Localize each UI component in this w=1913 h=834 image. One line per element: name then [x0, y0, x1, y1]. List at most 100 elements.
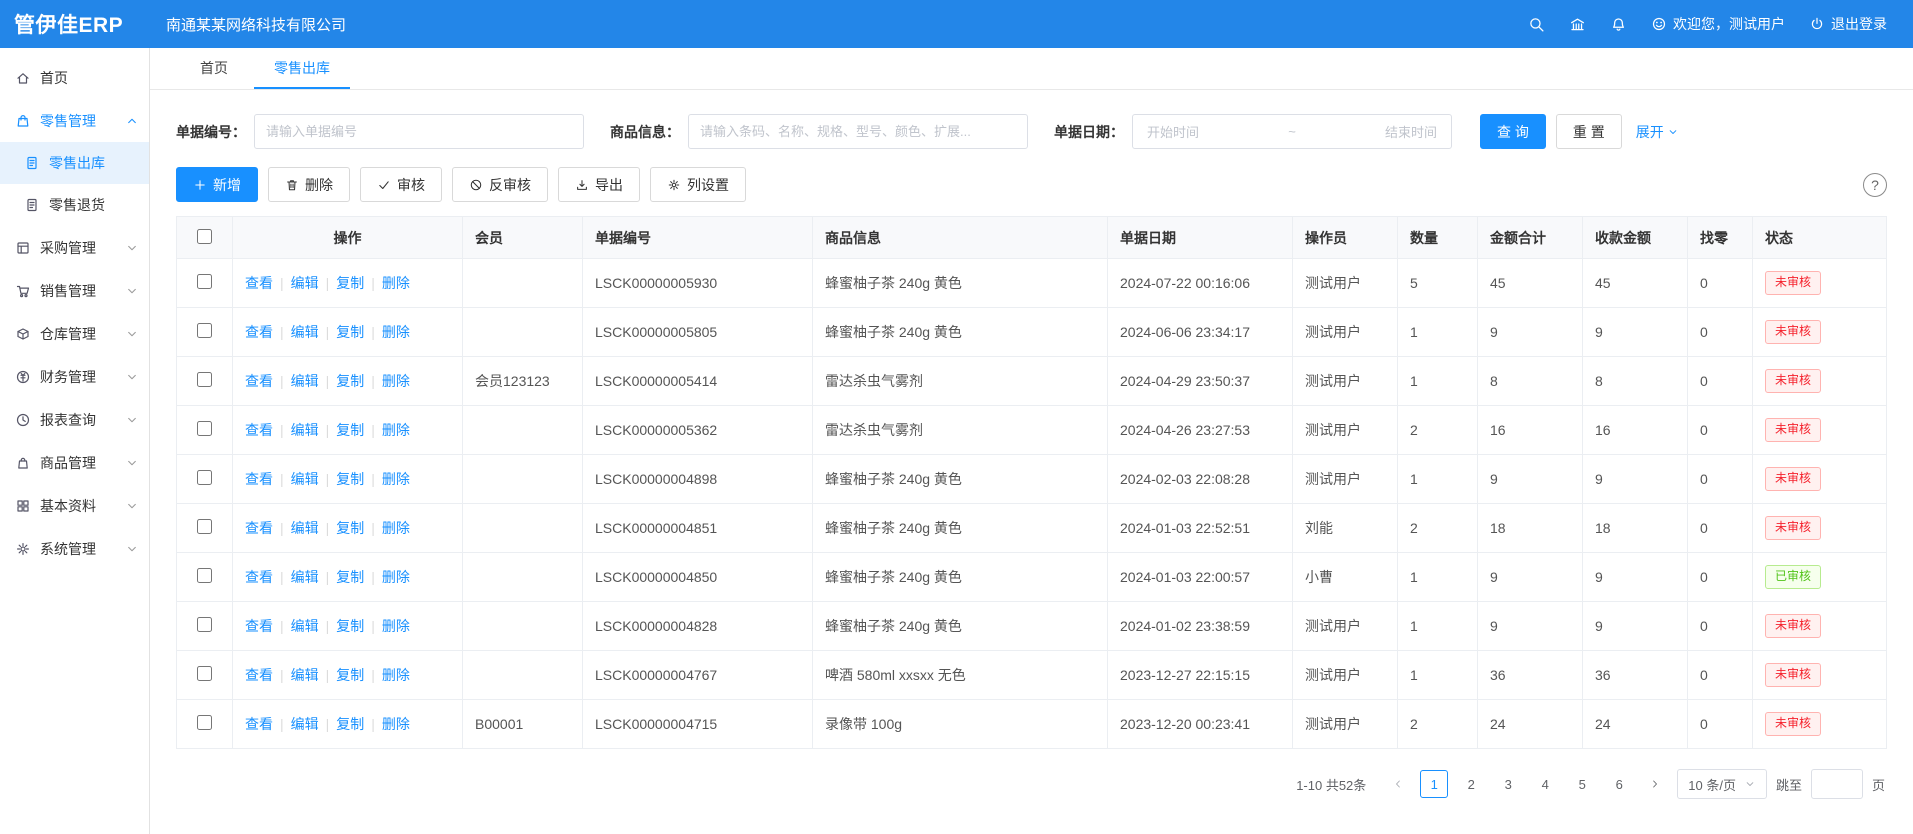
page-number-3[interactable]: 3 — [1494, 770, 1522, 798]
product-input[interactable] — [688, 114, 1028, 149]
action-copy-link[interactable]: 复制 — [336, 520, 364, 536]
action-delete-link[interactable]: 删除 — [382, 471, 410, 487]
action-edit-link[interactable]: 编辑 — [291, 275, 319, 291]
sidebar-item-0[interactable]: 首页 — [0, 56, 149, 99]
row-checkbox[interactable] — [197, 274, 212, 289]
action-edit-link[interactable]: 编辑 — [291, 667, 319, 683]
row-checkbox[interactable] — [197, 323, 212, 338]
bell-icon[interactable] — [1610, 16, 1627, 33]
table-row: 查看|编辑|复制|删除会员123123LSCK00000005414雷达杀虫气雾… — [177, 357, 1887, 406]
action-copy-link[interactable]: 复制 — [336, 569, 364, 585]
row-checkbox[interactable] — [197, 421, 212, 436]
row-checkbox-cell — [177, 700, 233, 749]
action-view-link[interactable]: 查看 — [245, 422, 273, 438]
company-name: 南通某某网络科技有限公司 — [166, 14, 346, 35]
action-edit-link[interactable]: 编辑 — [291, 471, 319, 487]
action-delete-link[interactable]: 删除 — [382, 520, 410, 536]
action-view-link[interactable]: 查看 — [245, 667, 273, 683]
page-number-4[interactable]: 4 — [1531, 770, 1559, 798]
row-checkbox[interactable] — [197, 519, 212, 534]
row-checkbox[interactable] — [197, 617, 212, 632]
sidebar-subitem-1-1[interactable]: 零售退货 — [0, 184, 149, 226]
row-checkbox[interactable] — [197, 666, 212, 681]
toolbar-button-1[interactable]: 删除 — [268, 167, 350, 202]
toolbar-button-3[interactable]: 反审核 — [452, 167, 548, 202]
action-edit-link[interactable]: 编辑 — [291, 422, 319, 438]
page-number-1[interactable]: 1 — [1420, 770, 1448, 798]
page-number-6[interactable]: 6 — [1605, 770, 1633, 798]
page-number-5[interactable]: 5 — [1568, 770, 1596, 798]
action-edit-link[interactable]: 编辑 — [291, 618, 319, 634]
action-delete-link[interactable]: 删除 — [382, 373, 410, 389]
row-checkbox[interactable] — [197, 470, 212, 485]
action-delete-link[interactable]: 删除 — [382, 569, 410, 585]
tab-1[interactable]: 零售出库 — [254, 48, 350, 89]
sidebar-item-8[interactable]: 基本资料 — [0, 484, 149, 527]
toolbar-button-2[interactable]: 审核 — [360, 167, 442, 202]
toolbar-button-5[interactable]: 列设置 — [650, 167, 746, 202]
action-edit-link[interactable]: 编辑 — [291, 520, 319, 536]
action-view-link[interactable]: 查看 — [245, 471, 273, 487]
row-checkbox[interactable] — [197, 715, 212, 730]
action-copy-link[interactable]: 复制 — [336, 422, 364, 438]
search-icon[interactable] — [1528, 16, 1545, 33]
action-delete-link[interactable]: 删除 — [382, 275, 410, 291]
tab-0[interactable]: 首页 — [180, 48, 248, 89]
action-view-link[interactable]: 查看 — [245, 324, 273, 340]
sidebar-item-4[interactable]: 仓库管理 — [0, 312, 149, 355]
next-page-button[interactable] — [1642, 770, 1668, 798]
sidebar-item-7[interactable]: 商品管理 — [0, 441, 149, 484]
search-button[interactable]: 查 询 — [1480, 114, 1546, 149]
date-range-picker[interactable]: 开始时间 ~ 结束时间 — [1132, 114, 1452, 149]
reset-button[interactable]: 重 置 — [1556, 114, 1622, 149]
action-edit-link[interactable]: 编辑 — [291, 324, 319, 340]
action-view-link[interactable]: 查看 — [245, 373, 273, 389]
action-copy-link[interactable]: 复制 — [336, 667, 364, 683]
welcome-user[interactable]: 欢迎您，测试用户 — [1651, 14, 1785, 34]
action-view-link[interactable]: 查看 — [245, 716, 273, 732]
prev-page-button[interactable] — [1385, 770, 1411, 798]
action-copy-link[interactable]: 复制 — [336, 275, 364, 291]
select-all-checkbox[interactable] — [197, 229, 212, 244]
sidebar-item-2[interactable]: 采购管理 — [0, 226, 149, 269]
action-copy-link[interactable]: 复制 — [336, 324, 364, 340]
sidebar-item-5[interactable]: 财务管理 — [0, 355, 149, 398]
action-copy-link[interactable]: 复制 — [336, 373, 364, 389]
expand-link[interactable]: 展开 — [1636, 122, 1679, 142]
action-delete-link[interactable]: 删除 — [382, 324, 410, 340]
action-delete-link[interactable]: 删除 — [382, 667, 410, 683]
action-delete-link[interactable]: 删除 — [382, 618, 410, 634]
bill-no-input[interactable] — [254, 114, 584, 149]
sidebar-item-6[interactable]: 报表查询 — [0, 398, 149, 441]
jump-page-input[interactable] — [1811, 769, 1863, 799]
doc-icon — [24, 155, 40, 171]
row-checkbox[interactable] — [197, 372, 212, 387]
sidebar-subitem-label: 零售出库 — [49, 153, 105, 173]
action-copy-link[interactable]: 复制 — [336, 618, 364, 634]
action-delete-link[interactable]: 删除 — [382, 716, 410, 732]
sidebar-item-1[interactable]: 零售管理 — [0, 99, 149, 142]
row-checkbox[interactable] — [197, 568, 212, 583]
action-edit-link[interactable]: 编辑 — [291, 716, 319, 732]
page-number-2[interactable]: 2 — [1457, 770, 1485, 798]
cell-bill_no: LSCK00000005362 — [583, 406, 813, 455]
action-copy-link[interactable]: 复制 — [336, 471, 364, 487]
action-view-link[interactable]: 查看 — [245, 520, 273, 536]
sidebar-subitem-1-0[interactable]: 零售出库 — [0, 142, 149, 184]
chevron-down-icon — [125, 284, 139, 298]
sidebar-item-3[interactable]: 销售管理 — [0, 269, 149, 312]
action-view-link[interactable]: 查看 — [245, 275, 273, 291]
building-icon[interactable] — [1569, 16, 1586, 33]
action-view-link[interactable]: 查看 — [245, 618, 273, 634]
action-edit-link[interactable]: 编辑 — [291, 373, 319, 389]
page-size-select[interactable]: 10 条/页 — [1677, 769, 1767, 799]
action-delete-link[interactable]: 删除 — [382, 422, 410, 438]
action-edit-link[interactable]: 编辑 — [291, 569, 319, 585]
help-icon[interactable]: ? — [1863, 173, 1887, 197]
toolbar-button-4[interactable]: 导出 — [558, 167, 640, 202]
toolbar-button-0[interactable]: 新增 — [176, 167, 258, 202]
logout-button[interactable]: 退出登录 — [1809, 14, 1887, 34]
action-view-link[interactable]: 查看 — [245, 569, 273, 585]
action-copy-link[interactable]: 复制 — [336, 716, 364, 732]
sidebar-item-9[interactable]: 系统管理 — [0, 527, 149, 570]
